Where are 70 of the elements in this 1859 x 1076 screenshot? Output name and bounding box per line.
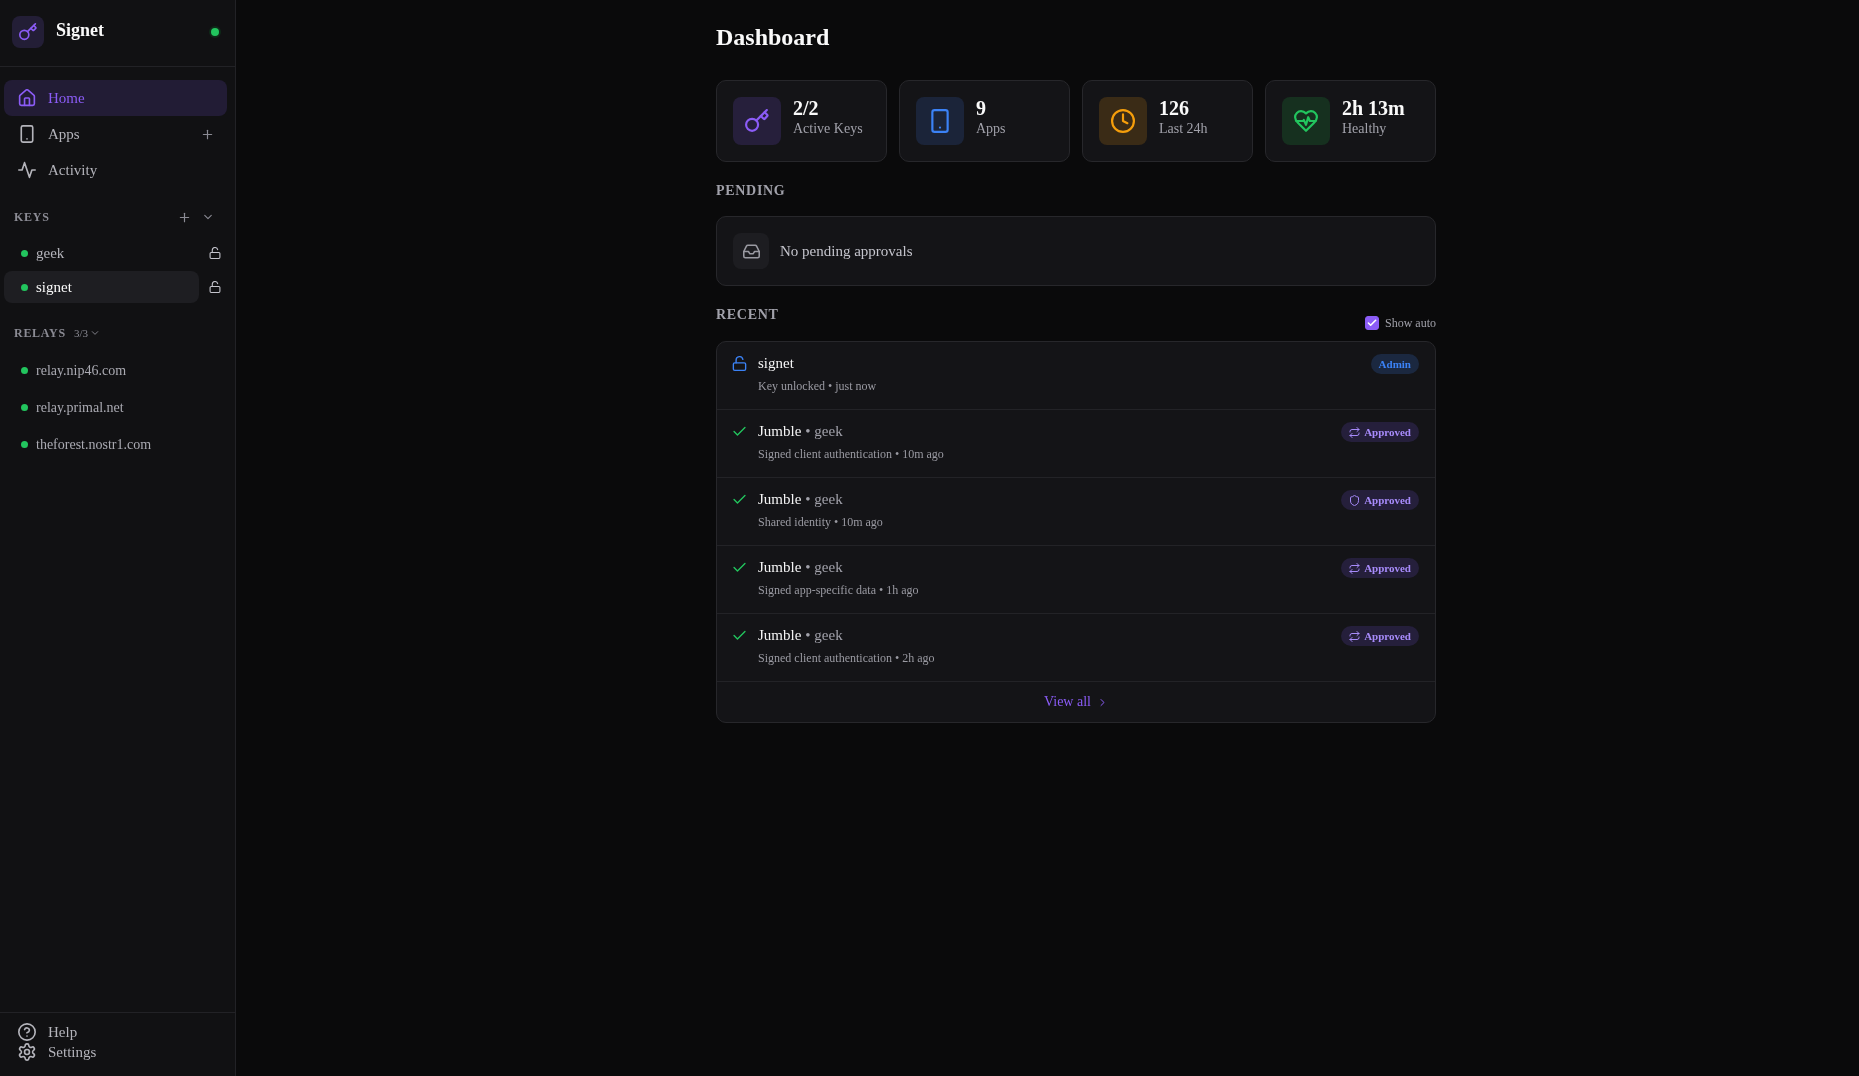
event-description: Signed client authentication • 2h ago: [758, 650, 936, 666]
nav-item[interactable]: Apps: [4, 116, 195, 152]
event-account: • geek: [805, 558, 843, 576]
pulse-line-icon: [18, 161, 36, 179]
event-title: signet: [758, 354, 794, 372]
stat-value: 9: [976, 97, 987, 119]
plus-icon: [200, 127, 214, 141]
section-title: PENDING: [716, 182, 787, 200]
smartphone-icon: [916, 97, 964, 145]
event-account: • geek: [805, 626, 843, 644]
inbox-tray-icon: [733, 233, 769, 269]
stat-value: 2/2: [793, 97, 820, 119]
badge-label: Approved: [1364, 426, 1411, 438]
section-title: RECENT: [716, 306, 779, 324]
check-icon: [732, 424, 747, 439]
event-title: Jumble: [758, 626, 802, 644]
app-name: Signet: [56, 19, 104, 41]
repeat-icon: [1349, 426, 1361, 438]
event-account: • geek: [805, 422, 843, 440]
stat-label: Last 24h: [1159, 120, 1208, 138]
settings-icon: [18, 1043, 36, 1061]
shield-icon: [1349, 494, 1361, 506]
relay-url: relay.nip46.com: [36, 362, 127, 379]
key-item[interactable]: signet: [4, 271, 199, 303]
page-title: Dashboard: [716, 23, 831, 52]
clock-icon: [1099, 97, 1147, 145]
stat-value: 2h 13m: [1342, 97, 1405, 119]
stat-label: Healthy: [1342, 120, 1388, 138]
view-all-link[interactable]: View all: [1044, 694, 1108, 710]
check-icon: [732, 492, 747, 507]
badge-label: Admin: [1378, 358, 1411, 370]
plus-icon: [177, 210, 191, 224]
chevron-right-icon: [1097, 696, 1108, 708]
badge-label: Approved: [1364, 494, 1411, 506]
relay-url: relay.primal.net: [36, 399, 124, 416]
key-logo-icon: [12, 16, 44, 48]
key-icon: [733, 97, 781, 145]
section-title: KEYS: [14, 209, 50, 225]
event-title: Jumble: [758, 422, 802, 440]
event-account: • geek: [805, 490, 843, 508]
heart-pulse-icon: [1282, 97, 1330, 145]
stat-value: 126: [1159, 97, 1190, 119]
event-description: Key unlocked • just now: [758, 378, 878, 394]
help-icon: [18, 1023, 36, 1041]
empty-state-text: No pending approvals: [780, 242, 913, 260]
padlock-open-icon: [732, 356, 747, 371]
relay-url: theforest.nostr1.com: [36, 436, 152, 453]
section-title: RELAYS: [14, 325, 66, 341]
repeat-icon: [1349, 630, 1361, 642]
event-description: Signed app-specific data • 1h ago: [758, 582, 920, 598]
event-title: Jumble: [758, 490, 802, 508]
show-auto-checkbox[interactable]: Show auto: [1365, 315, 1436, 331]
nav-item[interactable]: Home: [4, 80, 227, 116]
stat-label: Apps: [976, 120, 1006, 138]
home-icon: [18, 89, 36, 107]
check-icon: [732, 560, 747, 575]
nav-item[interactable]: Settings: [4, 1043, 227, 1061]
event-title: Jumble: [758, 558, 802, 576]
smartphone-icon: [18, 125, 36, 143]
badge-label: Approved: [1364, 562, 1411, 574]
key-item[interactable]: geek: [4, 237, 199, 269]
event-description: Signed client authentication • 10m ago: [758, 446, 945, 462]
repeat-icon: [1349, 562, 1361, 574]
stat-label: Active Keys: [793, 120, 863, 138]
nav-item[interactable]: Help: [4, 1023, 227, 1041]
nav-item[interactable]: Activity: [4, 152, 227, 188]
badge-label: Approved: [1364, 630, 1411, 642]
event-description: Shared identity • 10m ago: [758, 514, 884, 530]
relay-count-toggle[interactable]: 3/3: [73, 327, 100, 339]
check-icon: [732, 628, 747, 643]
